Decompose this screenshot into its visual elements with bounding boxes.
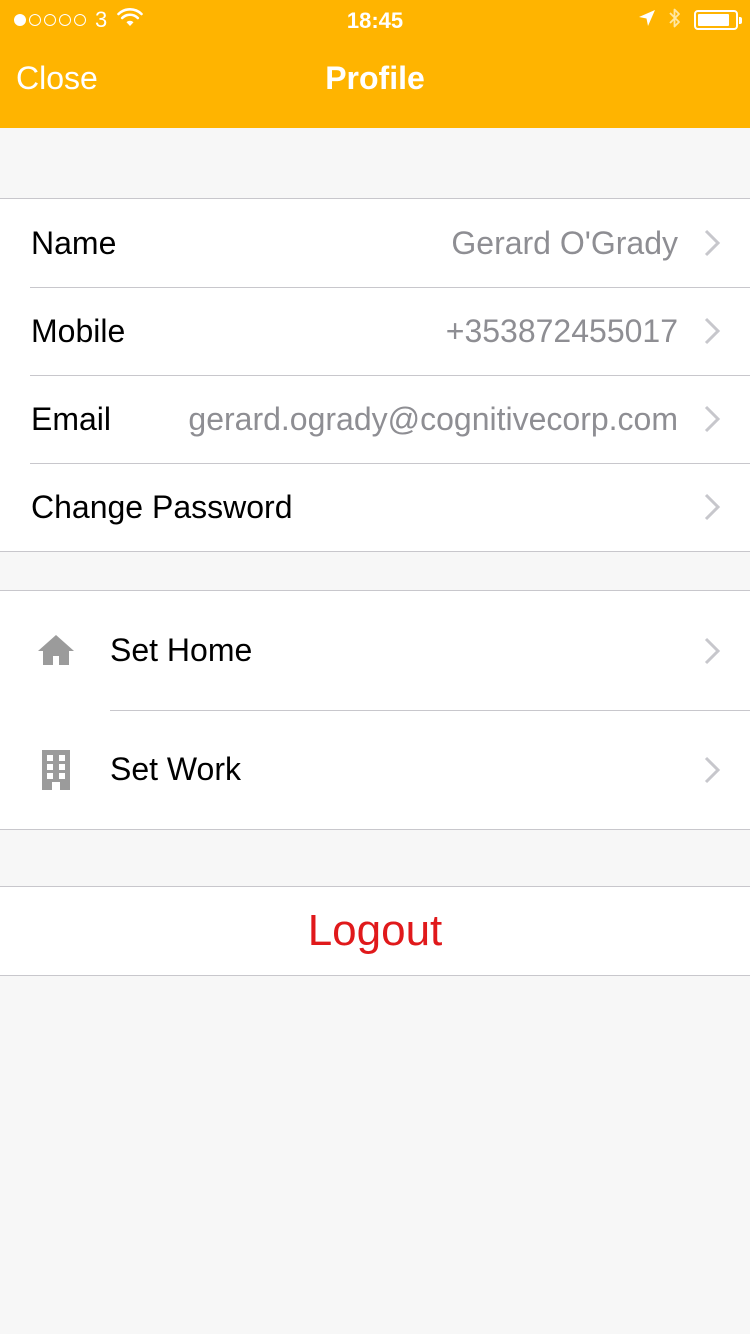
chevron-right-icon: [704, 756, 721, 783]
page-title: Profile: [325, 60, 425, 96]
status-bar-right: [626, 7, 742, 34]
location-arrow-icon: [638, 9, 656, 32]
status-bar: 3 18:45: [0, 0, 750, 40]
chevron-right-icon: [704, 405, 721, 433]
logout-label: Logout: [307, 906, 443, 955]
chevron-right-icon: [704, 229, 721, 257]
office-building-icon: [42, 749, 70, 790]
battery-tip: [739, 17, 742, 24]
change-password-row[interactable]: Change Password: [0, 463, 750, 551]
navigation-header: 3 18:45 Close Profile: [0, 0, 750, 128]
mobile-label: Mobile: [31, 312, 126, 349]
logout-button[interactable]: Logout: [0, 887, 750, 975]
bluetooth-icon: [668, 7, 682, 34]
mobile-value: +353872455017: [445, 312, 678, 349]
email-label: Email: [31, 400, 112, 437]
chevron-right-icon: [704, 493, 721, 521]
logout-group: Logout: [0, 886, 750, 976]
battery-level-fill: [698, 14, 729, 26]
account-settings-group: Name Gerard O'Grady Mobile +353872455017…: [0, 198, 750, 552]
mobile-row[interactable]: Mobile +353872455017: [0, 287, 750, 375]
home-icon: [38, 634, 74, 665]
set-home-row[interactable]: Set Home: [0, 591, 750, 710]
change-password-label: Change Password: [31, 488, 293, 525]
places-group: Set Home Set Work: [0, 590, 750, 830]
close-button[interactable]: Close: [16, 60, 98, 97]
battery-icon: [694, 10, 742, 30]
name-label: Name: [31, 224, 117, 261]
set-work-label: Set Work: [110, 751, 241, 787]
chevron-right-icon: [704, 317, 721, 345]
name-value: Gerard O'Grady: [451, 224, 678, 261]
name-row[interactable]: Name Gerard O'Grady: [0, 199, 750, 287]
set-work-row[interactable]: Set Work: [0, 710, 750, 829]
email-value: gerard.ogrady@cognitivecorp.com: [188, 400, 678, 437]
chevron-right-icon: [704, 637, 721, 664]
set-home-label: Set Home: [110, 632, 253, 668]
email-row[interactable]: Email gerard.ogrady@cognitivecorp.com: [0, 375, 750, 463]
